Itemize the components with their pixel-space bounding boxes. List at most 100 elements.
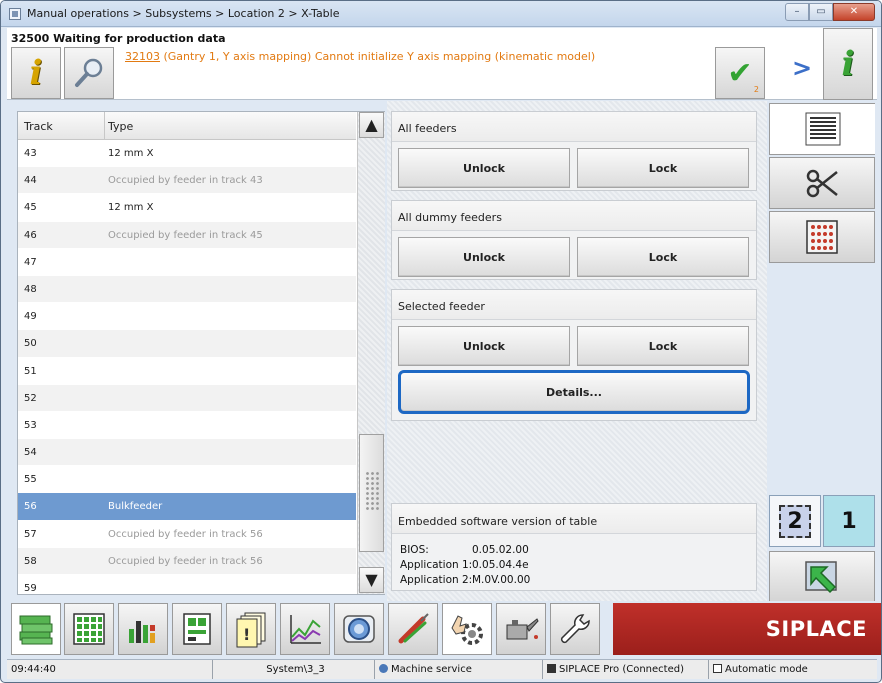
back-button[interactable] (769, 551, 875, 603)
unlock-dummy-feeders-button[interactable]: Unlock (398, 237, 570, 277)
table-row[interactable]: 44 Occupied by feeder in track 43 (18, 167, 356, 195)
cell-type: 12 mm X (108, 148, 154, 159)
checkmark-icon: ✔ (727, 55, 753, 91)
table-row[interactable]: 48 (18, 275, 356, 304)
minimize-button[interactable]: – (785, 3, 809, 21)
scroll-down-button[interactable]: ▼ (359, 567, 384, 593)
mode-icon (713, 664, 722, 673)
grid-icon (73, 613, 105, 645)
error-message[interactable]: 32103 (Gantry 1, Y axis mapping) Cannot … (125, 50, 595, 63)
table-row[interactable]: 47 (18, 249, 356, 276)
maximize-button[interactable]: ▭ (809, 3, 833, 21)
table-row[interactable]: 46 Occupied by feeder in track 45 (18, 221, 356, 249)
lock-dummy-feeders-button[interactable]: Lock (577, 237, 749, 277)
cell-type: Occupied by feeder in track 43 (108, 175, 263, 187)
toolbar-wrench[interactable] (550, 603, 600, 655)
status-time: 09:44:40 (7, 660, 213, 679)
table-row[interactable]: 51 (18, 358, 356, 385)
toolbar-service-tools[interactable] (388, 603, 438, 655)
view-selector: 2 1 (767, 101, 879, 603)
cell-track: 57 (24, 528, 37, 540)
title-bar: Manual operations > Subsystems > Locatio… (1, 1, 881, 27)
scissors-icon (806, 169, 838, 198)
main-toolbar: ! SIPLACE (7, 601, 881, 657)
lock-all-feeders-button[interactable]: Lock (577, 148, 749, 188)
cell-track: 51 (24, 365, 37, 377)
ack-count: 2 (753, 85, 759, 94)
toolbar-oil-can[interactable] (496, 603, 546, 655)
search-button[interactable] (64, 47, 114, 99)
grip-icon (365, 471, 379, 511)
table-row[interactable]: 43 12 mm X (18, 140, 356, 168)
cell-track: 50 (24, 338, 37, 350)
window-controls: – ▭ ✕ (785, 3, 875, 21)
table-row[interactable]: 59 (18, 575, 356, 603)
error-text: (Gantry 1, Y axis mapping) Cannot initia… (160, 50, 596, 63)
app2-label: Application 2: (400, 574, 473, 586)
cell-type: 12 mm X (108, 202, 154, 214)
table-row[interactable]: 58 Occupied by feeder in track 56 (18, 547, 356, 575)
status-user-label: Machine service (391, 664, 472, 675)
table-row[interactable]: 52 (18, 384, 356, 412)
feeder-grid-button[interactable] (769, 211, 875, 263)
table-row[interactable]: 45 12 mm X (18, 194, 356, 222)
connection-icon (547, 664, 556, 673)
location-1-button[interactable]: 1 (823, 495, 875, 547)
track-table: Track Type 43 12 mm X 44 Occupied by feeder… (17, 111, 385, 603)
toolbar-camera[interactable] (334, 603, 384, 655)
toolbar-board[interactable] (172, 603, 222, 655)
status-connection-label: SIPLACE Pro (Connected) (559, 664, 684, 675)
table-row[interactable]: 49 (18, 303, 356, 331)
error-code-link[interactable]: 32103 (125, 50, 160, 63)
app1-label: Application 1: (400, 559, 473, 571)
close-button[interactable]: ✕ (833, 3, 875, 21)
table-row[interactable]: 57 Occupied by feeder in track 56 (18, 521, 356, 548)
toolbar-statistics[interactable] (118, 603, 168, 655)
scroll-up-button[interactable]: ▲ (359, 112, 384, 138)
header-type[interactable]: Type (108, 120, 133, 133)
app2-value: M.0V.00.00 (472, 574, 531, 586)
status-connection: SIPLACE Pro (Connected) (543, 660, 709, 679)
bios-value: 0.05.02.00 (472, 544, 529, 556)
header-track[interactable]: Track (24, 120, 53, 133)
info-icon: i (29, 53, 43, 93)
cell-track: 56 (24, 501, 37, 513)
toolbar-setup[interactable] (64, 603, 114, 655)
location-2-button[interactable]: 2 (769, 495, 821, 547)
details-button[interactable]: Details... (398, 370, 750, 414)
camera-lens-icon (343, 615, 375, 643)
group-all-dummy: All dummy feeders Unlock Lock (391, 200, 757, 280)
cell-type: Occupied by feeder in track 56 (108, 555, 263, 567)
money-stack-icon (19, 615, 53, 645)
table-row[interactable]: 54 (18, 439, 356, 467)
unlock-all-feeders-button[interactable]: Unlock (398, 148, 570, 188)
scissors-button[interactable] (769, 157, 875, 209)
table-row[interactable]: 50 (18, 330, 356, 358)
details-info-button[interactable]: i (823, 28, 873, 100)
trend-chart-icon (290, 615, 321, 644)
info-button[interactable]: i (11, 47, 61, 99)
lock-selected-button[interactable]: Lock (577, 326, 749, 366)
table-row[interactable]: 55 (18, 466, 356, 494)
toolbar-production[interactable] (11, 603, 61, 655)
acknowledge-button[interactable]: ✔ 2 (715, 47, 765, 99)
toolbar-manual-operations[interactable] (442, 603, 492, 655)
cell-track: 46 (24, 229, 37, 241)
svg-text:!: ! (243, 625, 250, 644)
list-view-button[interactable] (769, 103, 875, 155)
cell-track: 49 (24, 311, 37, 323)
toolbar-trend[interactable] (280, 603, 330, 655)
cell-track: 55 (24, 474, 37, 486)
unlock-selected-button[interactable]: Unlock (398, 326, 570, 366)
scroll-thumb[interactable] (359, 434, 384, 552)
bios-label: BIOS: (400, 544, 429, 556)
bar-chart-icon (129, 621, 155, 643)
table-row[interactable]: 53 (18, 412, 356, 440)
cell-type: Bulkfeeder (108, 501, 163, 513)
table-row[interactable]: 56 Bulkfeeder (18, 493, 356, 521)
user-icon (379, 664, 388, 673)
header-divider (104, 112, 105, 140)
toolbar-documents[interactable]: ! (226, 603, 276, 655)
software-version-box: Embedded software version of table BIOS:… (391, 503, 757, 591)
table-scrollbar[interactable]: ▲ ▼ (357, 112, 385, 594)
